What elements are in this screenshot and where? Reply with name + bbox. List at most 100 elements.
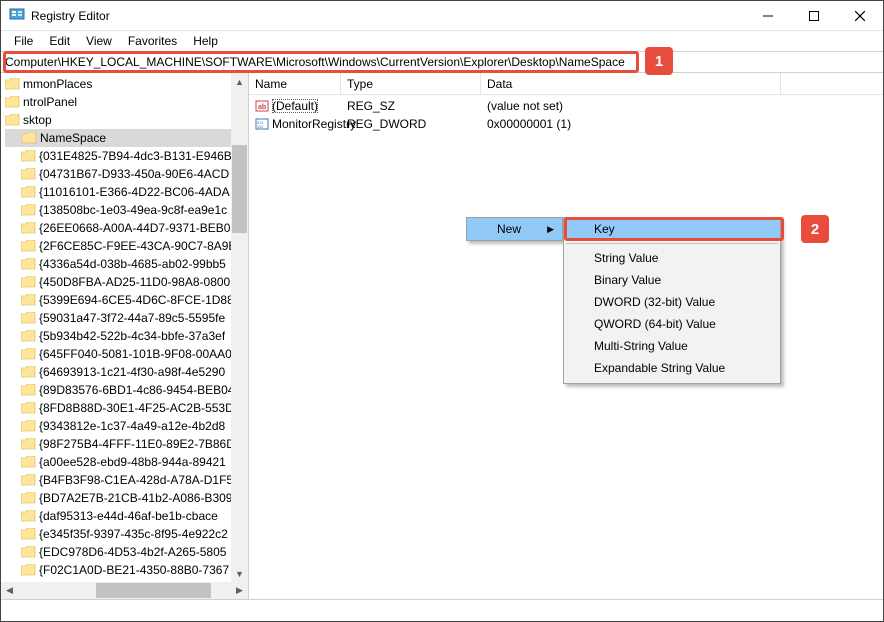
value-row[interactable]: 011110MonitorRegistryREG_DWORD0x00000001…: [249, 115, 883, 133]
titlebar: Registry Editor: [1, 1, 883, 31]
folder-icon: [5, 96, 20, 108]
tree-label: {04731B67-D933-450a-90E6-4ACD: [39, 167, 229, 181]
context-submenu-new[interactable]: Key String Value Binary Value DWORD (32-…: [563, 217, 781, 384]
regedit-icon: [9, 6, 25, 25]
tree-item[interactable]: {F02C1A0D-BE21-4350-88B0-7367: [5, 561, 248, 579]
tree-label: {645FF040-5081-101B-9F08-00AA0: [39, 347, 232, 361]
folder-icon: [21, 276, 36, 288]
tree-label: mmonPlaces: [23, 77, 92, 91]
folder-icon: [21, 240, 36, 252]
string-value-icon: ab: [255, 99, 269, 113]
tree-label: ntrolPanel: [23, 95, 77, 109]
tree-item[interactable]: {645FF040-5081-101B-9F08-00AA0: [5, 345, 248, 363]
tree-item[interactable]: {450D8FBA-AD25-11D0-98A8-0800: [5, 273, 248, 291]
submenu-item-binary[interactable]: Binary Value: [564, 269, 780, 291]
menu-help[interactable]: Help: [186, 32, 225, 50]
tree-label: {4336a54d-038b-4685-ab02-99bb5: [39, 257, 226, 271]
tree-label: {e345f35f-9397-435c-8f95-4e922c2: [39, 527, 228, 541]
submenu-item-string[interactable]: String Value: [564, 247, 780, 269]
folder-icon: [21, 312, 36, 324]
tree-label: {2F6CE85C-F9EE-43CA-90C7-8A9B: [39, 239, 236, 253]
folder-icon: [21, 258, 36, 270]
tree-item[interactable]: sktop: [5, 111, 248, 129]
tree-item[interactable]: {9343812e-1c37-4a49-a12e-4b2d8: [5, 417, 248, 435]
tree-pane[interactable]: mmonPlaces ntrolPanel sktopNameSpace{031E4…: [1, 73, 249, 599]
col-name[interactable]: Name: [249, 73, 341, 94]
tree-item[interactable]: {04731B67-D933-450a-90E6-4ACD: [5, 165, 248, 183]
submenu-arrow-icon: ▶: [547, 224, 554, 235]
tree-label: {a00ee528-ebd9-48b8-944a-89421: [39, 455, 226, 469]
menu-file[interactable]: File: [7, 32, 40, 50]
tree-item[interactable]: {5b934b42-522b-4c34-bbfe-37a3ef: [5, 327, 248, 345]
minimize-button[interactable]: [745, 1, 791, 31]
tree-item[interactable]: mmonPlaces: [5, 75, 248, 93]
folder-icon: [21, 420, 36, 432]
close-button[interactable]: [837, 1, 883, 31]
folder-icon: [21, 474, 36, 486]
context-menu[interactable]: New ▶: [466, 217, 563, 241]
values-pane[interactable]: Name Type Data ab(Default)REG_SZ(value n…: [249, 73, 883, 599]
tree-item[interactable]: {64693913-1c21-4f30-a98f-4e5290: [5, 363, 248, 381]
tree-item[interactable]: {98F275B4-4FFF-11E0-89E2-7B86D: [5, 435, 248, 453]
col-data[interactable]: Data: [481, 73, 781, 94]
tree-item[interactable]: {8FD8B88D-30E1-4F25-AC2B-553D: [5, 399, 248, 417]
menu-favorites[interactable]: Favorites: [121, 32, 184, 50]
window-title: Registry Editor: [31, 9, 745, 23]
submenu-item-expandstring[interactable]: Expandable String Value: [564, 357, 780, 379]
folder-icon: [21, 402, 36, 414]
tree-item[interactable]: {5399E694-6CE5-4D6C-8FCE-1D8870: [5, 291, 248, 309]
folder-icon: [21, 456, 36, 468]
menu-edit[interactable]: Edit: [42, 32, 77, 50]
tree-vscrollbar[interactable]: ▲ ▼: [231, 73, 248, 582]
maximize-button[interactable]: [791, 1, 837, 31]
folder-icon: [21, 348, 36, 360]
tree-item[interactable]: {daf95313-e44d-46af-be1b-cbace: [5, 507, 248, 525]
scroll-down-icon[interactable]: ▼: [231, 565, 248, 582]
tree-item[interactable]: {4336a54d-038b-4685-ab02-99bb5: [5, 255, 248, 273]
value-data: (value not set): [487, 99, 563, 113]
tree-label: {daf95313-e44d-46af-be1b-cbace: [39, 509, 218, 523]
submenu-item-qword[interactable]: QWORD (64-bit) Value: [564, 313, 780, 335]
tree-item-selected[interactable]: NameSpace: [5, 129, 248, 147]
tree-hscrollbar[interactable]: ◀ ▶: [1, 582, 248, 599]
value-type: REG_DWORD: [347, 117, 426, 131]
value-row[interactable]: ab(Default)REG_SZ(value not set): [249, 97, 883, 115]
hscroll-thumb[interactable]: [96, 583, 211, 598]
tree-item[interactable]: {e345f35f-9397-435c-8f95-4e922c2: [5, 525, 248, 543]
scroll-left-icon[interactable]: ◀: [1, 582, 18, 599]
annotation-2: 2: [801, 215, 829, 243]
folder-icon: [21, 204, 36, 216]
folder-icon: [21, 222, 36, 234]
menu-view[interactable]: View: [79, 32, 119, 50]
tree-item[interactable]: {89D83576-6BD1-4c86-9454-BEB04: [5, 381, 248, 399]
submenu-item-multistring[interactable]: Multi-String Value: [564, 335, 780, 357]
main-panes: mmonPlaces ntrolPanel sktopNameSpace{031E4…: [1, 73, 883, 599]
tree-item[interactable]: {59031a47-3f72-44a7-89c5-5595fe: [5, 309, 248, 327]
col-type[interactable]: Type: [341, 73, 481, 94]
tree-item[interactable]: {138508bc-1e03-49ea-9c8f-ea9e1c: [5, 201, 248, 219]
scroll-up-icon[interactable]: ▲: [231, 73, 248, 90]
tree-item[interactable]: {a00ee528-ebd9-48b8-944a-89421: [5, 453, 248, 471]
vscroll-thumb[interactable]: [232, 145, 247, 233]
value-data: 0x00000001 (1): [487, 117, 571, 131]
submenu-item-key[interactable]: Key: [564, 218, 780, 240]
context-item-new[interactable]: New ▶: [467, 218, 562, 240]
tree-item[interactable]: {EDC978D6-4D53-4b2f-A265-5805: [5, 543, 248, 561]
tree-item[interactable]: ntrolPanel: [5, 93, 248, 111]
menubar: File Edit View Favorites Help: [1, 31, 883, 51]
tree-item[interactable]: {B4FB3F98-C1EA-428d-A78A-D1F5: [5, 471, 248, 489]
tree-label: {450D8FBA-AD25-11D0-98A8-0800: [39, 275, 230, 289]
folder-icon: [21, 294, 36, 306]
folder-icon: [21, 528, 36, 540]
folder-icon: [21, 564, 36, 576]
folder-icon: [21, 186, 36, 198]
svg-text:110: 110: [257, 124, 264, 129]
tree-item[interactable]: {031E4825-7B94-4dc3-B131-E946B: [5, 147, 248, 165]
tree-item[interactable]: {2F6CE85C-F9EE-43CA-90C7-8A9B: [5, 237, 248, 255]
tree-item[interactable]: {11016101-E366-4D22-BC06-4ADA: [5, 183, 248, 201]
scroll-right-icon[interactable]: ▶: [231, 582, 248, 599]
submenu-item-dword[interactable]: DWORD (32-bit) Value: [564, 291, 780, 313]
address-bar[interactable]: Computer\HKEY_LOCAL_MACHINE\SOFTWARE\Mic…: [1, 51, 883, 73]
tree-item[interactable]: {26EE0668-A00A-44D7-9371-BEB0: [5, 219, 248, 237]
tree-item[interactable]: {BD7A2E7B-21CB-41b2-A086-B309: [5, 489, 248, 507]
